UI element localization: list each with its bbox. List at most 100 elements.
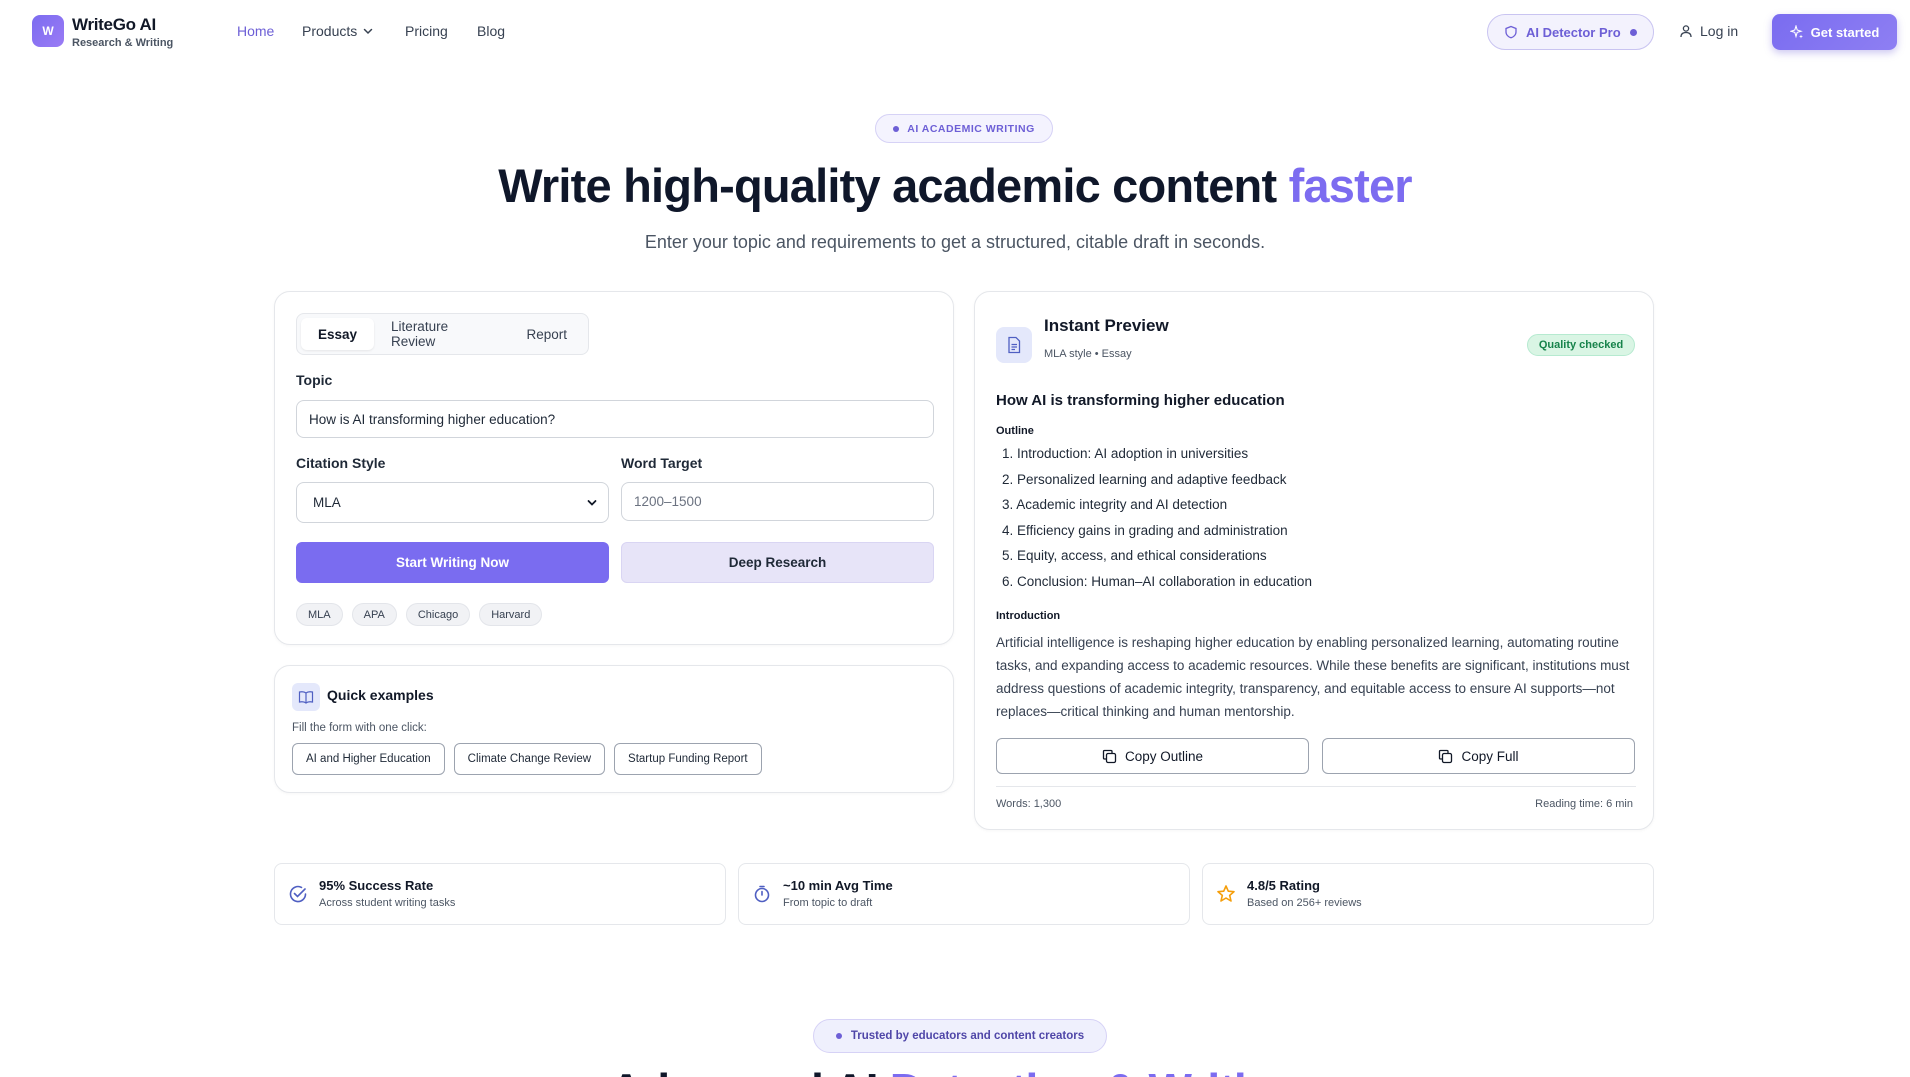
outline-item: 6. Conclusion: Human–AI collaboration in… [1002,573,1602,599]
stat-subtitle: From topic to draft [783,897,873,909]
outline-item: 5. Equity, access, and ethical considera… [1002,547,1602,573]
topic-input-value: How is AI transforming higher education? [309,411,556,427]
stopwatch-icon [754,885,770,903]
badge-dot [835,1033,842,1039]
start-writing-button[interactable]: Start Writing Now [296,542,609,583]
deep-research-button[interactable]: Deep Research [621,542,934,583]
word-target-label: Word Target [621,455,703,471]
outline-number: 6. [1002,573,1018,589]
outline-number: 4. [1002,522,1018,538]
star-icon [1217,885,1235,902]
badge-dot [893,125,900,132]
nav-home[interactable]: Home [237,23,274,39]
book-icon [292,683,320,711]
copy-icon [1439,749,1453,763]
trusted-badge: Trusted by educators and content creator… [813,1019,1107,1053]
nav-blog[interactable]: Blog [477,23,505,39]
section-title: Advanced AI Detection & Writing [0,1063,1910,1077]
shield-icon [1505,25,1517,39]
copy-outline-label: Copy Outline [1124,748,1204,764]
quality-checked-badge: Quality checked [1527,334,1635,356]
introduction-text: Artificial intelligence is reshaping hig… [996,635,1630,719]
get-started-label: Get started [1810,24,1880,40]
hero-title: Write high-quality academic content fast… [0,158,1910,213]
trusted-badge-label: Trusted by educators and content creator… [850,1030,1085,1042]
chip-harvard[interactable]: Harvard [479,603,543,626]
chevron-down-icon [587,500,597,506]
brand-tagline: Research & Writing [72,37,174,49]
copy-outline-button[interactable]: Copy Outline [996,738,1309,774]
outline-item: 4. Efficiency gains in grading and admin… [1002,522,1602,548]
login-label: Log in [1700,23,1739,39]
stat-avg-time: ~10 min Avg Time From topic to draft [738,863,1190,925]
word-count: Words: 1,300 [996,798,1062,810]
outline-item: 3. Academic integrity and AI detection [1002,496,1602,522]
check-circle-icon [289,885,307,903]
outline-item: 1. Introduction: AI adoption in universi… [1002,445,1602,471]
outline-number: 1. [1002,446,1018,461]
example-climate-change-review[interactable]: Climate Change Review [453,743,606,775]
outline-item-text: Personalized learning and adaptive feedb… [1017,471,1287,487]
outline-number: 5. [1002,548,1018,563]
introduction-heading: Introduction [996,610,1061,622]
stat-subtitle: Across student writing tasks [319,897,456,909]
tab-report[interactable]: Report [509,318,584,350]
chip-chicago[interactable]: Chicago [405,603,471,626]
stat-title: 4.8/5 Rating [1247,878,1320,893]
outline-item-text: Introduction: AI adoption in universitie… [1017,446,1249,461]
get-started-button[interactable]: Get started [1772,14,1897,50]
preview-meta: MLA style • Essay [1044,348,1132,360]
outline-item-text: Equity, access, and ethical consideratio… [1017,548,1267,563]
outline-item-text: Conclusion: Human–AI collaboration in ed… [1017,573,1312,589]
copy-icon [1102,749,1117,763]
section-title-accent: Detection & Writing [890,1064,1302,1077]
nav-pricing[interactable]: Pricing [405,23,448,39]
nav-products-label: Products [302,23,358,39]
tab-literature-review[interactable]: Literature Review [374,318,509,350]
chip-apa[interactable]: APA [351,603,397,626]
citation-style-chips: MLA APA Chicago Harvard [296,603,543,626]
quick-examples-title: Quick examples [327,687,434,703]
brand-name[interactable]: WriteGo AI [72,15,156,35]
user-icon [1680,25,1692,38]
quick-examples-list: AI and Higher Education Climate Change R… [292,743,762,775]
outline-item: 2. Personalized learning and adaptive fe… [1002,471,1602,497]
preview-divider [996,786,1636,787]
reading-time: Reading time: 6 min [1535,798,1633,810]
citation-style-select[interactable]: MLA [296,482,609,523]
logo-letter: W [42,24,54,38]
outline-item-text: Efficiency gains in grading and administ… [1017,522,1288,538]
nav-products[interactable]: Products [302,23,374,39]
example-startup-funding-report[interactable]: Startup Funding Report [614,743,762,775]
section-title-main: Advanced AI [610,1064,890,1077]
copy-full-label: Copy Full [1461,748,1519,764]
copy-full-button[interactable]: Copy Full [1322,738,1635,774]
outline-list: 1. Introduction: AI adoption in universi… [1002,445,1602,598]
quick-examples-card: Quick examples Fill the form with one cl… [274,665,954,793]
stat-title: ~10 min Avg Time [783,878,893,893]
logo-icon[interactable]: W [32,15,64,47]
document-type-tabs: Essay Literature Review Report [296,313,589,355]
ai-detector-pro-button[interactable]: AI Detector Pro [1487,14,1654,50]
hero-title-main: Write high-quality academic content [498,159,1289,212]
tab-essay[interactable]: Essay [301,318,375,350]
instant-preview-card: Instant Preview MLA style • Essay Qualit… [974,291,1654,830]
outline-number: 3. [1002,497,1017,512]
chip-mla[interactable]: MLA [296,603,343,626]
word-target-placeholder: 1200–1500 [634,494,702,509]
example-ai-higher-education[interactable]: AI and Higher Education [292,743,445,775]
top-navbar: W WriteGo AI Research & Writing Home Pro… [0,0,1910,62]
outline-item-text: Academic integrity and AI detection [1016,497,1228,512]
topic-label: Topic [296,372,333,388]
writing-form-card: Essay Literature Review Report Topic How… [274,291,954,645]
quick-examples-subtitle: Fill the form with one click: [292,722,427,734]
stat-rating: 4.8/5 Rating Based on 256+ reviews [1202,863,1654,925]
stat-success-rate: 95% Success Rate Across student writing … [274,863,726,925]
login-link[interactable]: Log in [1679,23,1738,39]
word-target-input[interactable]: 1200–1500 [621,482,934,521]
outline-heading: Outline [996,425,1034,437]
stat-title: 95% Success Rate [319,878,434,893]
preview-title: Instant Preview [1044,316,1169,335]
sparkle-icon [1789,25,1803,39]
topic-input[interactable]: How is AI transforming higher education? [296,400,934,438]
